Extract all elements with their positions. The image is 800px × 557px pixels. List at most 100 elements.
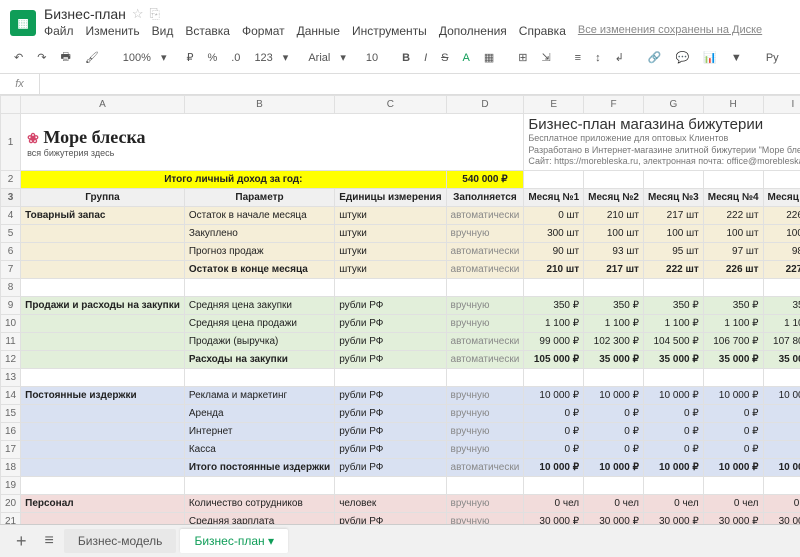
borders-button[interactable]: ⊞ [514, 49, 531, 66]
value[interactable]: 0 чел [643, 495, 703, 513]
menu-Формат[interactable]: Формат [242, 24, 285, 38]
value[interactable]: 0 чел [763, 495, 800, 513]
spreadsheet-grid[interactable]: ABCDEFGHIJKLM1❀ Море блескався бижутерия… [0, 95, 800, 535]
star-icon[interactable]: ☆ [132, 6, 144, 22]
sheet-tab[interactable]: Бизнес-план ▾ [180, 529, 288, 553]
value[interactable]: 100 шт [584, 225, 644, 243]
value[interactable]: 0 ₽ [703, 423, 763, 441]
hdr-month[interactable]: Месяц №4 [703, 189, 763, 207]
unit[interactable]: рубли РФ [335, 387, 446, 405]
param[interactable]: Продажи (выручка) [184, 333, 334, 351]
value[interactable]: 210 шт [524, 261, 584, 279]
col-header[interactable]: F [584, 96, 644, 114]
menu-Справка[interactable]: Справка [519, 24, 566, 38]
cell[interactable] [763, 279, 800, 297]
bold-button[interactable]: B [398, 50, 414, 66]
group-name[interactable] [21, 405, 185, 423]
cell[interactable] [184, 369, 334, 387]
fill[interactable]: автоматически [446, 351, 524, 369]
value[interactable]: 95 шт [643, 243, 703, 261]
value[interactable]: 350 ₽ [703, 297, 763, 315]
row-header[interactable]: 15 [1, 405, 21, 423]
income-label[interactable]: Итого личный доход за год: [21, 171, 446, 189]
cell[interactable] [584, 369, 644, 387]
menu-Данные[interactable]: Данные [297, 24, 340, 38]
unit[interactable]: человек [335, 495, 446, 513]
group-name[interactable] [21, 423, 185, 441]
unit[interactable]: штуки [335, 261, 446, 279]
cell[interactable] [763, 369, 800, 387]
param[interactable]: Расходы на закупки [184, 351, 334, 369]
value[interactable]: 35 000 ₽ [763, 351, 800, 369]
value[interactable]: 0 ₽ [763, 441, 800, 459]
cell[interactable] [184, 477, 334, 495]
row-header[interactable]: 4 [1, 207, 21, 225]
value[interactable]: 217 шт [584, 261, 644, 279]
group-name[interactable]: Товарный запас [21, 207, 185, 225]
value[interactable]: 10 000 ₽ [763, 387, 800, 405]
group-name[interactable]: Постоянные издержки [21, 387, 185, 405]
col-header[interactable]: D [446, 96, 524, 114]
menu-Вставка[interactable]: Вставка [185, 24, 230, 38]
hdr-group[interactable]: Группа [21, 189, 185, 207]
value[interactable]: 10 000 ₽ [584, 387, 644, 405]
value[interactable]: 300 шт [524, 225, 584, 243]
unit[interactable]: штуки [335, 225, 446, 243]
row-header[interactable]: 3 [1, 189, 21, 207]
param[interactable]: Касса [184, 441, 334, 459]
comment-button[interactable]: 💬 [672, 49, 694, 66]
value[interactable]: 100 шт [763, 225, 800, 243]
strike-button[interactable]: S [437, 50, 452, 66]
cell[interactable] [584, 171, 644, 189]
param[interactable]: Итого постоянные издержки [184, 459, 334, 477]
value[interactable]: 1 100 ₽ [643, 315, 703, 333]
row-header[interactable]: 16 [1, 423, 21, 441]
font-size[interactable]: 10 [362, 50, 382, 66]
lang-button[interactable]: Py [762, 50, 783, 66]
value[interactable]: 350 ₽ [584, 297, 644, 315]
income-value[interactable]: 540 000 ₽ [446, 171, 524, 189]
value[interactable]: 0 чел [703, 495, 763, 513]
col-header[interactable]: H [703, 96, 763, 114]
cell[interactable] [524, 279, 584, 297]
col-header[interactable]: I [763, 96, 800, 114]
hdr-month[interactable]: Месяц №5 [763, 189, 800, 207]
value[interactable]: 0 ₽ [584, 405, 644, 423]
value[interactable]: 90 шт [524, 243, 584, 261]
group-name[interactable] [21, 351, 185, 369]
fill[interactable]: автоматически [446, 261, 524, 279]
add-sheet-button[interactable]: + [8, 531, 35, 552]
value[interactable]: 0 ₽ [763, 423, 800, 441]
row-header[interactable]: 20 [1, 495, 21, 513]
row-header[interactable]: 14 [1, 387, 21, 405]
value[interactable]: 35 000 ₽ [643, 351, 703, 369]
cell[interactable] [335, 369, 446, 387]
row-header[interactable]: 13 [1, 369, 21, 387]
value[interactable]: 10 000 ₽ [524, 459, 584, 477]
hdr-month[interactable]: Месяц №2 [584, 189, 644, 207]
formula-input[interactable] [40, 80, 800, 88]
value[interactable]: 107 800 ₽ [763, 333, 800, 351]
italic-button[interactable]: I [420, 50, 431, 66]
value[interactable]: 0 ₽ [643, 423, 703, 441]
chart-button[interactable]: 📊 [699, 49, 721, 66]
zoom-select[interactable]: 100% [119, 50, 155, 66]
currency-button[interactable]: ₽ [182, 49, 197, 66]
value[interactable]: 105 000 ₽ [524, 351, 584, 369]
value[interactable]: 35 000 ₽ [703, 351, 763, 369]
group-name[interactable] [21, 459, 185, 477]
cell[interactable] [446, 477, 524, 495]
group-name[interactable] [21, 261, 185, 279]
value[interactable]: 210 шт [584, 207, 644, 225]
value[interactable]: 0 ₽ [584, 441, 644, 459]
value[interactable]: 10 000 ₽ [703, 459, 763, 477]
redo-button[interactable]: ↷ [33, 49, 50, 66]
paint-format-button[interactable]: 🖌 [81, 49, 103, 66]
row-header[interactable]: 17 [1, 441, 21, 459]
param[interactable]: Реклама и маркетинг [184, 387, 334, 405]
value[interactable]: 226 шт [763, 207, 800, 225]
cell[interactable] [703, 171, 763, 189]
cell[interactable] [21, 477, 185, 495]
cell[interactable] [703, 279, 763, 297]
param[interactable]: Аренда [184, 405, 334, 423]
